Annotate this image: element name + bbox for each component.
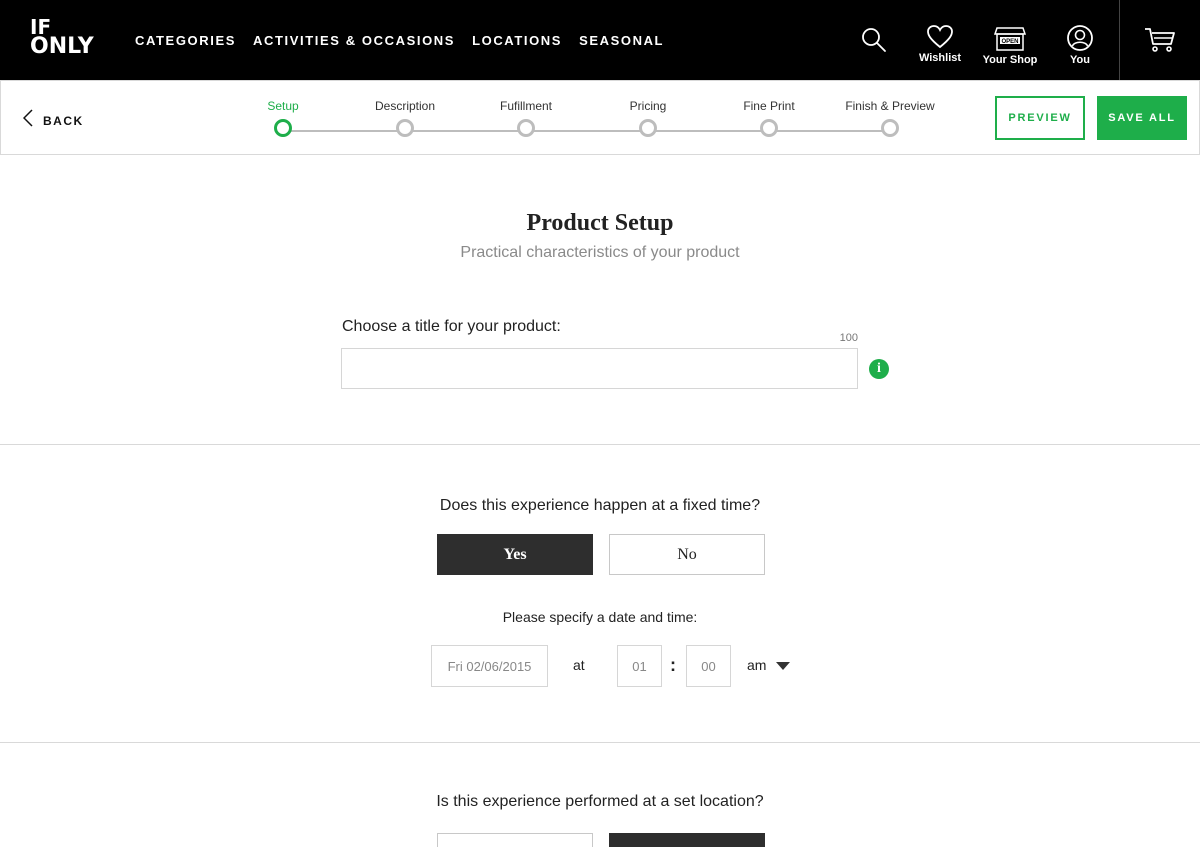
cart-button[interactable] bbox=[1144, 26, 1176, 54]
ampm-select[interactable]: am bbox=[747, 657, 791, 673]
back-button[interactable]: BACK bbox=[22, 109, 84, 132]
step-dot bbox=[396, 119, 414, 137]
back-label: BACK bbox=[43, 113, 84, 128]
cart-icon bbox=[1144, 26, 1176, 54]
nav-activities-occasions[interactable]: ACTIVITIES & OCCASIONS bbox=[253, 33, 455, 48]
step-dot bbox=[881, 119, 899, 137]
shop-sign-text: OPEN bbox=[1001, 39, 1018, 45]
fixed-time-no-button[interactable]: No bbox=[609, 534, 765, 575]
date-field[interactable]: Fri 02/06/2015 bbox=[431, 645, 548, 687]
minute-field[interactable]: 00 bbox=[686, 645, 731, 687]
step-dot bbox=[639, 119, 657, 137]
editor-toolbar: BACK Setup Description Fufillment Pricin… bbox=[0, 80, 1200, 155]
top-header: IF ONLY CATEGORIES ACTIVITIES & OCCASION… bbox=[0, 0, 1200, 80]
step-label: Description bbox=[374, 99, 436, 113]
set-location-question: Is this experience performed at a set lo… bbox=[436, 793, 764, 810]
your-shop-label: Your Shop bbox=[982, 54, 1038, 66]
page-subtitle: Practical characteristics of your produc… bbox=[460, 244, 740, 261]
header-divider bbox=[1119, 0, 1120, 80]
step-label: Setup bbox=[267, 99, 299, 113]
your-shop-button[interactable]: OPEN Your Shop bbox=[980, 24, 1040, 66]
set-location-no-button[interactable] bbox=[609, 833, 765, 847]
hour-field[interactable]: 01 bbox=[617, 645, 662, 687]
step-label: Finish & Preview bbox=[845, 99, 935, 113]
section-divider bbox=[0, 444, 1200, 445]
ampm-value: am bbox=[747, 657, 767, 673]
fixed-time-question: Does this experience happen at a fixed t… bbox=[439, 497, 761, 514]
wishlist-button[interactable]: Wishlist bbox=[915, 24, 965, 64]
step-finish-preview[interactable]: Finish & Preview bbox=[835, 99, 945, 137]
step-dot bbox=[760, 119, 778, 137]
step-label: Pricing bbox=[629, 99, 667, 113]
section-divider bbox=[0, 742, 1200, 743]
heart-icon bbox=[915, 24, 965, 50]
at-label: at bbox=[573, 657, 585, 673]
fixed-time-yes-button[interactable]: Yes bbox=[437, 534, 593, 575]
step-dot bbox=[517, 119, 535, 137]
info-icon[interactable]: i bbox=[869, 359, 889, 379]
search-button[interactable] bbox=[860, 26, 888, 54]
title-field-label: Choose a title for your product: bbox=[342, 318, 561, 335]
preview-button[interactable]: PREVIEW bbox=[995, 96, 1085, 140]
nav-seasonal[interactable]: SEASONAL bbox=[579, 33, 664, 48]
ifonly-logo[interactable]: IF ONLY bbox=[30, 17, 106, 62]
wishlist-label: Wishlist bbox=[918, 52, 962, 64]
search-icon bbox=[860, 26, 888, 54]
progress-steps: Setup Description Fufillment Pricing Fin… bbox=[231, 81, 951, 156]
you-button[interactable]: You bbox=[1060, 24, 1100, 66]
page-title: Product Setup bbox=[526, 210, 674, 236]
you-label: You bbox=[1070, 54, 1090, 66]
char-limit-counter: 100 bbox=[839, 332, 858, 344]
step-pricing[interactable]: Pricing bbox=[593, 99, 703, 137]
storefront-icon: OPEN bbox=[980, 24, 1040, 52]
step-fine-print[interactable]: Fine Print bbox=[714, 99, 824, 137]
main-nav: CATEGORIES ACTIVITIES & OCCASIONS LOCATI… bbox=[135, 33, 681, 48]
step-fulfillment[interactable]: Fufillment bbox=[471, 99, 581, 137]
step-setup[interactable]: Setup bbox=[228, 99, 338, 137]
date-time-label: Please specify a date and time: bbox=[502, 609, 698, 625]
chevron-left-icon bbox=[22, 109, 33, 132]
step-label: Fine Print bbox=[743, 99, 795, 113]
user-icon bbox=[1060, 24, 1100, 52]
step-description[interactable]: Description bbox=[350, 99, 460, 137]
caret-down-icon bbox=[776, 662, 791, 670]
product-title-input[interactable] bbox=[341, 348, 858, 389]
set-location-yes-button[interactable] bbox=[437, 833, 593, 847]
logo-line-2: ONLY bbox=[30, 34, 94, 59]
nav-categories[interactable]: CATEGORIES bbox=[135, 33, 236, 48]
step-label: Fufillment bbox=[499, 99, 552, 113]
time-colon: : bbox=[670, 655, 676, 675]
nav-locations[interactable]: LOCATIONS bbox=[472, 33, 562, 48]
save-all-button[interactable]: SAVE ALL bbox=[1097, 96, 1187, 140]
step-dot bbox=[274, 119, 292, 137]
